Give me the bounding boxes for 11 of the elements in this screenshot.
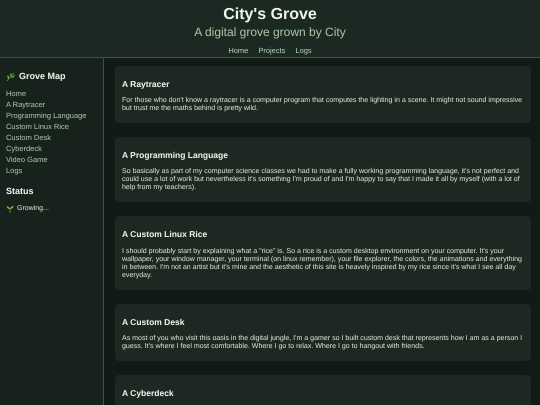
post-title: A Cyberdeck bbox=[122, 388, 175, 398]
sidebar-title: Grove Map bbox=[19, 70, 66, 83]
site-title: City's Grove bbox=[222, 5, 318, 24]
status-title: Status bbox=[6, 184, 35, 198]
post-title: A Custom Linux Rice bbox=[122, 229, 208, 240]
site-subtitle: A digital grove grown by City bbox=[193, 25, 347, 40]
seedling-icon bbox=[6, 205, 14, 214]
post-title: A Programming Language bbox=[122, 150, 229, 160]
post-title: A Raytracer bbox=[122, 79, 170, 90]
post-title: A Custom Desk bbox=[122, 316, 186, 327]
leaf-icon bbox=[6, 72, 16, 82]
